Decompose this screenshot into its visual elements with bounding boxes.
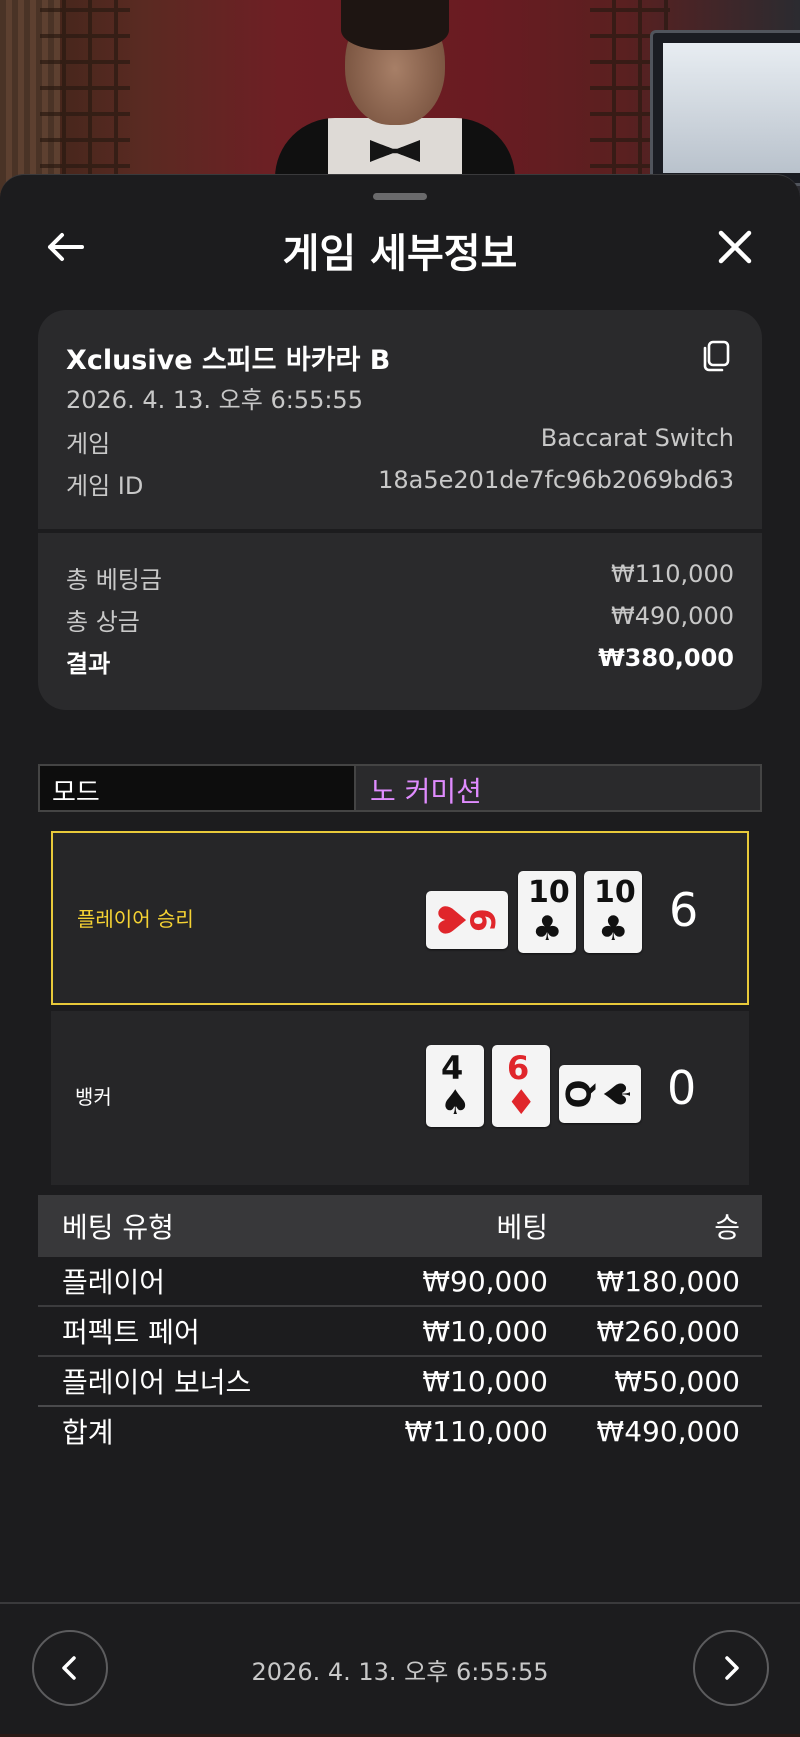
bet-amount: ₩10,000 — [422, 1314, 548, 1348]
banker-outcome-label: 뱅커 — [75, 1085, 112, 1109]
sheet-header: 게임 세부정보 — [0, 205, 800, 289]
close-icon — [718, 230, 752, 264]
live-video-backdrop — [0, 0, 800, 200]
dealer-figure — [275, 0, 515, 200]
bet-amount: ₩10,000 — [422, 1364, 548, 1398]
win-amount: ₩180,000 — [596, 1264, 740, 1298]
total-bet-label: 총 베팅금 — [66, 566, 162, 594]
player-card-2-rank: 10 — [528, 875, 570, 910]
copy-icon — [703, 340, 730, 372]
player-card-2-suit: ♣ — [532, 909, 563, 949]
result-row: 결과 ₩380,000 — [66, 644, 734, 679]
banker-card-2-suit: ♦ — [506, 1083, 537, 1123]
result-value: ₩380,000 — [598, 644, 734, 672]
banker-total: 0 — [667, 1061, 697, 1115]
game-datetime: 2026. 4. 13. 오후 6:55:55 — [66, 386, 363, 414]
win-amount-header: 승 — [714, 1211, 740, 1244]
game-name: Xclusive 스피드 바카라 B — [66, 345, 391, 376]
chevron-right-icon — [725, 1656, 739, 1680]
player-total: 6 — [669, 883, 699, 937]
total-win-amount: ₩490,000 — [596, 1414, 740, 1448]
footer-datetime: 2026. 4. 13. 오후 6:55:55 — [251, 1658, 549, 1686]
game-details-sheet: 게임 세부정보 Xclusive 스피드 바카라 B 2026. 4. 13. … — [0, 174, 800, 1734]
banker-outcome: 뱅커 4 ♠ 6 ♦ Q ♠ 0 — [51, 1011, 749, 1185]
table-row: 플레이어 보너스 ₩10,000 ₩50,000 — [38, 1355, 762, 1405]
total-label: 합계 — [62, 1416, 114, 1449]
player-card-2: 10 ♣ — [518, 871, 576, 953]
player-card-3-rank: 10 — [594, 875, 636, 910]
lattice-screen-left — [40, 0, 130, 190]
mode-row: 모드 노 커미션 — [38, 764, 762, 812]
bets-table-header: 베팅 유형 베팅 승 — [38, 1195, 762, 1257]
bet-amount: ₩90,000 — [422, 1264, 548, 1298]
win-amount: ₩50,000 — [614, 1364, 740, 1398]
table-total-row: 합계 ₩110,000 ₩490,000 — [38, 1405, 762, 1455]
banker-card-3-suit: ♠ — [598, 1077, 640, 1111]
player-card-3: 10 ♣ — [584, 871, 642, 953]
total-prize-label: 총 상금 — [66, 608, 140, 636]
bet-type: 플레이어 보너스 — [62, 1366, 252, 1399]
copy-button[interactable] — [698, 338, 734, 374]
bet-type-header: 베팅 유형 — [62, 1211, 174, 1244]
game-id-label: 게임 ID — [66, 472, 144, 500]
player-card-1-rank: 9 — [463, 908, 504, 932]
game-summary-card: Xclusive 스피드 바카라 B 2026. 4. 13. 오후 6:55:… — [38, 310, 762, 710]
bet-type: 퍼펙트 페어 — [62, 1316, 200, 1349]
table-row: 플레이어 ₩90,000 ₩180,000 — [38, 1257, 762, 1305]
total-bet-amount: ₩110,000 — [404, 1414, 548, 1448]
game-id-row: 게임 ID 18a5e201de7fc96b2069bd63 — [66, 466, 734, 501]
footer-navigation: 2026. 4. 13. 오후 6:55:55 — [0, 1602, 800, 1737]
game-id-value: 18a5e201de7fc96b2069bd63 — [378, 466, 734, 494]
next-game-button[interactable] — [693, 1630, 769, 1706]
banker-card-2-rank: 6 — [507, 1049, 530, 1087]
banker-card-2: 6 ♦ — [492, 1045, 550, 1127]
total-bet-row: 총 베팅금 ₩110,000 — [66, 560, 734, 595]
total-bet-value: ₩110,000 — [611, 560, 734, 588]
player-outcome: 플레이어 승리 ♥ 9 10 ♣ 10 ♣ 6 — [51, 831, 749, 1005]
win-amount: ₩260,000 — [596, 1314, 740, 1348]
total-prize-row: 총 상금 ₩490,000 — [66, 602, 734, 637]
player-card-3-suit: ♣ — [598, 909, 629, 949]
bet-amount-header: 베팅 — [496, 1211, 548, 1244]
mode-value: 노 커미션 — [356, 764, 762, 812]
total-prize-value: ₩490,000 — [611, 602, 734, 630]
page-title: 게임 세부정보 — [282, 231, 518, 277]
banker-card-1-suit: ♠ — [440, 1083, 471, 1123]
game-label: 게임 — [66, 430, 111, 458]
banker-card-1: 4 ♠ — [426, 1045, 484, 1127]
result-label: 결과 — [66, 650, 111, 678]
table-row: 퍼펙트 페어 ₩10,000 ₩260,000 — [38, 1305, 762, 1355]
banker-card-3-rank: Q — [559, 1079, 600, 1109]
banker-card-3: Q ♠ — [559, 1065, 641, 1123]
sheet-drag-handle[interactable] — [373, 193, 427, 200]
bets-table: 베팅 유형 베팅 승 플레이어 ₩90,000 ₩180,000 퍼펙트 페어 … — [38, 1195, 762, 1455]
studio-monitor — [650, 30, 800, 186]
banker-card-1-rank: 4 — [441, 1049, 464, 1087]
game-row: 게임 Baccarat Switch — [66, 424, 734, 459]
player-outcome-label: 플레이어 승리 — [77, 907, 194, 931]
bet-type: 플레이어 — [62, 1266, 166, 1299]
player-card-1: ♥ 9 — [426, 891, 508, 949]
close-button[interactable] — [707, 219, 763, 275]
game-value: Baccarat Switch — [540, 424, 734, 452]
mode-label: 모드 — [38, 764, 356, 812]
card-divider — [38, 529, 762, 533]
